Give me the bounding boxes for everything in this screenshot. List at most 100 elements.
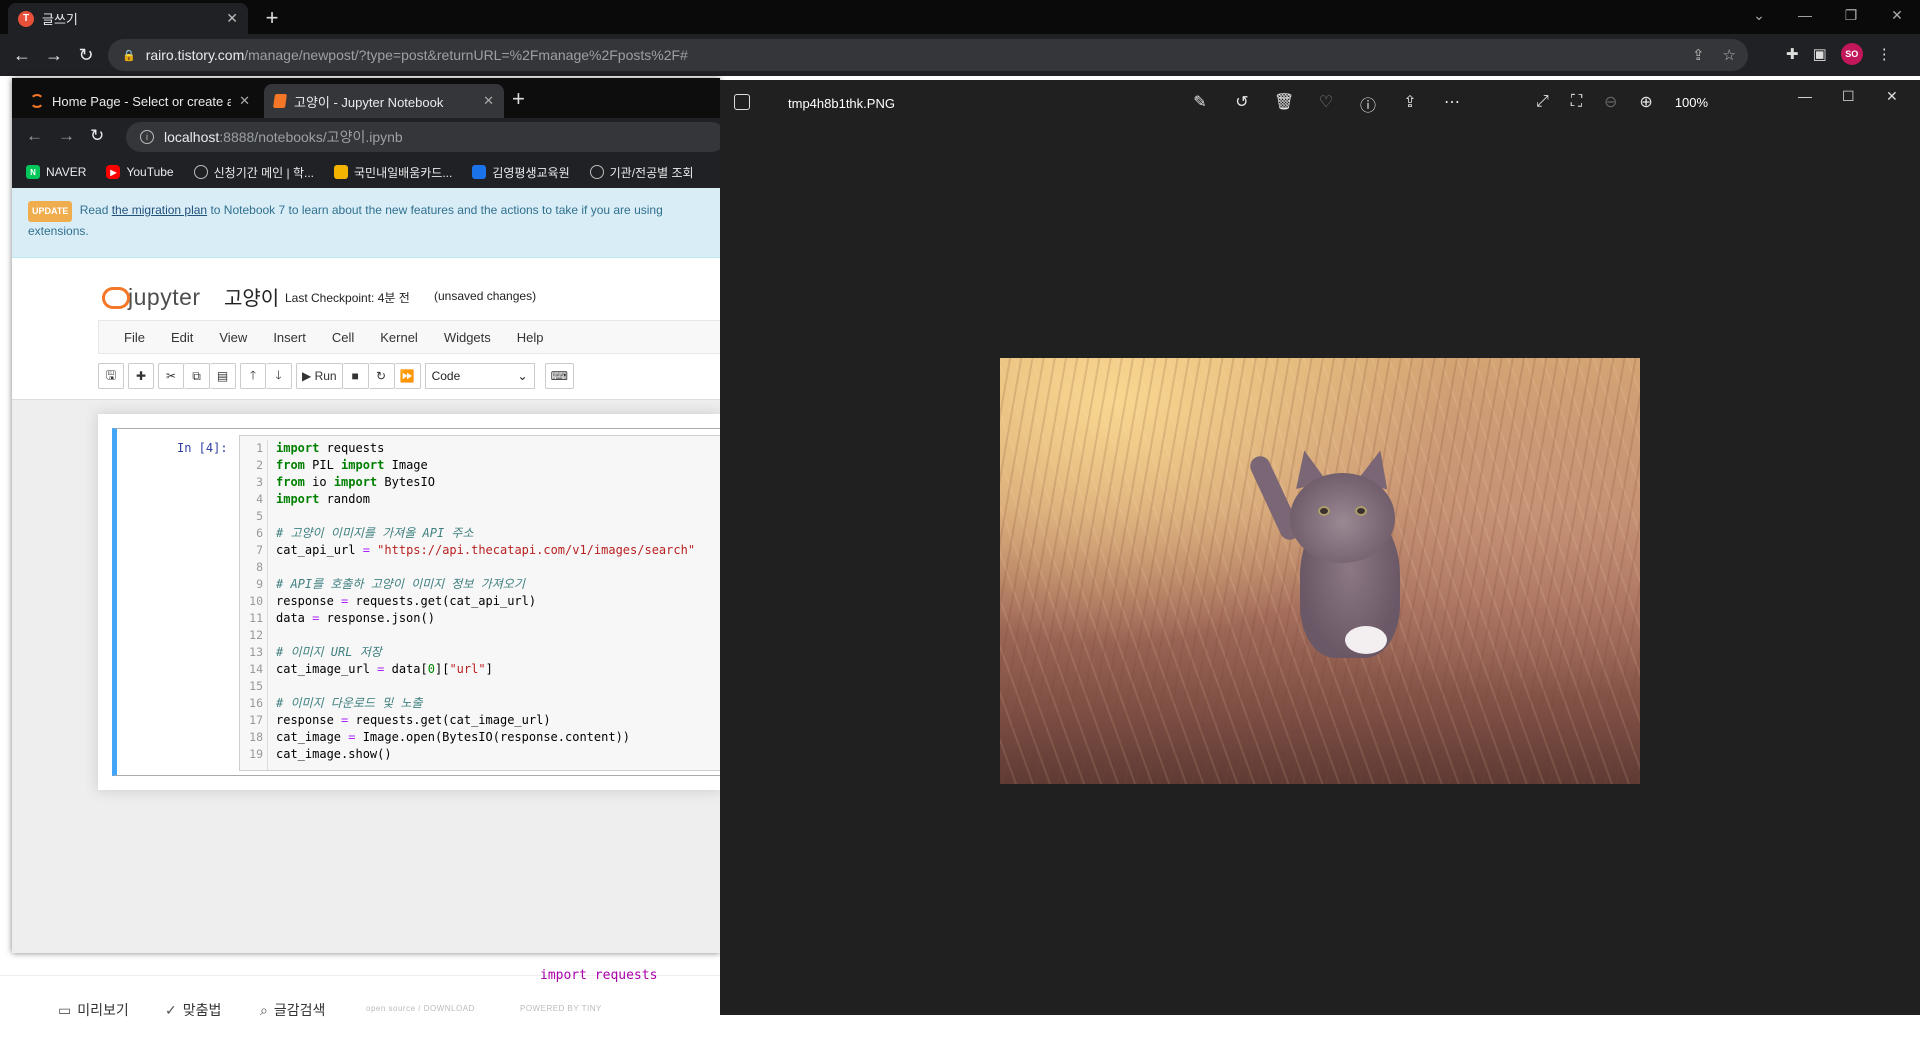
menu-file[interactable]: File [111,330,158,345]
menu-widgets[interactable]: Widgets [431,330,504,345]
move-down-icon[interactable]: 🡓 [266,363,292,389]
cell-prompt: In [4]: [177,441,228,455]
line-number: 14 [249,662,263,676]
menu-cell[interactable]: Cell [319,330,367,345]
menu-bar: File Edit View Insert Cell Kernel Widget… [98,320,720,354]
menu-view[interactable]: View [206,330,260,345]
keyboard-icon[interactable]: ⌨ [544,363,574,389]
bookmark-institution[interactable]: 기관/전공별 조회 [589,164,694,181]
rotate-icon[interactable]: ↺ [1232,92,1252,116]
restart-icon[interactable]: ↻ [368,363,395,389]
inner-reload-icon[interactable]: ↻ [90,126,104,146]
more-options-icon[interactable]: ⋯ [1442,92,1462,116]
new-tab-button[interactable]: + [258,4,286,32]
code-line: from PIL import Image [276,458,428,472]
opensource-link[interactable]: open source / DOWNLOAD [366,1004,475,1013]
migration-plan-link[interactable]: the migration plan [112,203,207,217]
save-icon[interactable]: 🖫 [98,363,124,389]
close-tab-icon[interactable]: ✕ [226,10,238,27]
share-icon[interactable]: ⇪ [1692,46,1705,64]
outer-tab-write[interactable]: T 글쓰기 ✕ [8,3,248,34]
bookmark-apply[interactable]: 신청기간 메인 | 학... [193,164,314,181]
inner-back-icon[interactable]: ← [26,126,43,146]
zoom-in-icon[interactable]: ⊕ [1639,92,1652,112]
line-number-gutter: 1 2 3 4 5 6 7 8 9 10 11 12 13 14 15 16 1… [240,440,268,770]
cell-type-select[interactable]: Code ⌄ [424,363,535,389]
jupyter-logo[interactable]: jupyter [102,284,201,311]
side-panel-icon[interactable]: ▣ [1813,45,1827,63]
delete-icon[interactable]: 🗑 [1274,92,1294,116]
notebook-name[interactable]: 고양이 [224,282,279,311]
menu-kernel[interactable]: Kernel [367,330,431,345]
notebook-toolbar: 🖫 ✚ ✂ ⧉ ▤ 🡑 🡓 ▶ Run ■ ↻ ⏩ Code ⌄ ⌨ [98,362,574,390]
url-field[interactable]: 🔒 rairo.tistory.com /manage/newpost/?typ… [108,39,1748,71]
inner-tab-notebook-title: 고양이 - Jupyter Notebook [294,94,444,110]
line-number: 10 [249,594,263,608]
close-tab-icon[interactable]: ✕ [239,93,250,109]
kitten-eye-left [1318,506,1330,516]
extensions-puzzle-icon[interactable]: ✚ [1786,45,1799,63]
favorite-heart-icon[interactable]: ♡ [1316,92,1336,116]
inner-url-field[interactable]: i localhost:8888/notebooks/고양이.ipynb [126,122,720,152]
unsaved-changes-status: (unsaved changes) [434,289,537,303]
inner-new-tab-button[interactable]: + [512,86,525,112]
line-number: 15 [249,679,263,693]
restore-button[interactable]: ❐ [1828,0,1874,30]
spellcheck-icon: ✓ [165,1001,177,1018]
code-editor[interactable]: 1 2 3 4 5 6 7 8 9 10 11 12 13 14 15 16 1… [239,435,720,771]
profile-avatar[interactable]: SO [1840,43,1863,65]
kitten-eye-right [1355,506,1367,516]
tab-search-icon[interactable]: ⌄ [1736,0,1782,30]
file-info-icon[interactable]: ⓘ [1358,92,1378,116]
bookmark-card[interactable]: 국민내일배움카드... [334,164,452,181]
code-line: response = requests.get(cat_image_url) [276,713,551,727]
viewer-maximize-button[interactable]: ☐ [1842,88,1855,105]
fast-forward-icon[interactable]: ⏩ [394,363,421,389]
close-tab-icon[interactable]: ✕ [483,93,494,109]
forward-button[interactable]: → [42,43,66,67]
paste-icon[interactable]: ▤ [210,363,236,389]
edit-image-icon[interactable]: ✎ [1190,92,1210,116]
viewer-minimize-button[interactable]: — [1798,88,1812,104]
search-material-button[interactable]: ⌕ 글감검색 [260,1000,325,1020]
line-number: 3 [256,475,263,489]
close-window-button[interactable]: ✕ [1874,0,1920,30]
back-button[interactable]: ← [10,43,34,67]
expand-icon[interactable]: ⤢ [1536,93,1549,111]
copy-icon[interactable]: ⧉ [184,363,210,389]
inner-url-host: localhost [164,129,220,145]
menu-kebab-icon[interactable]: ⋮ [1877,45,1892,63]
url-path: /manage/newpost/?type=post&returnURL=%2F… [244,47,688,63]
stop-icon[interactable]: ■ [342,363,369,389]
code-line: # 고양이 이미지를 가져올 API 주소 [276,526,474,540]
line-number: 13 [249,645,263,659]
run-button[interactable]: ▶ Run [296,363,343,389]
zoom-out-icon[interactable]: ⊖ [1604,92,1617,112]
banner-text-line2: extensions. [28,224,89,238]
minimize-button[interactable]: — [1782,0,1828,30]
move-up-icon[interactable]: 🡑 [240,363,266,389]
inner-tab-home[interactable]: Home Page - Select or create a ✕ [20,84,260,118]
menu-edit[interactable]: Edit [158,330,206,345]
inner-tab-notebook[interactable]: 고양이 - Jupyter Notebook ✕ [264,84,504,118]
fit-to-window-icon[interactable]: ⛶ [1571,93,1582,111]
bookmark-star-icon[interactable]: ☆ [1723,46,1736,64]
add-cell-icon[interactable]: ✚ [128,363,154,389]
viewer-close-button[interactable]: ✕ [1886,88,1898,105]
notebook-area: In [4]: 1 2 3 4 5 6 7 8 9 10 11 12 13 14… [12,400,720,953]
bookmark-youtube[interactable]: ▶ YouTube [106,165,174,179]
cut-icon[interactable]: ✂ [158,363,184,389]
reload-button[interactable]: ↻ [74,43,98,67]
code-cell[interactable]: In [4]: 1 2 3 4 5 6 7 8 9 10 11 12 13 14… [112,428,720,776]
menu-help[interactable]: Help [504,330,557,345]
bookmark-naver[interactable]: N NAVER [26,165,86,179]
globe-icon [589,165,604,179]
spellcheck-button[interactable]: ✓ 맞춤법 [165,1000,221,1020]
tistory-editor-footer: ▭ 미리보기 ✓ 맞춤법 ⌕ 글감검색 open source / DOWNLO… [0,975,720,1039]
preview-button[interactable]: ▭ 미리보기 [58,1000,129,1020]
share-icon[interactable]: ⇪ [1400,92,1420,116]
lock-icon: 🔒 [122,49,136,62]
menu-insert[interactable]: Insert [260,330,319,345]
bookmark-school[interactable]: 김영평생교육원 [472,164,570,181]
inner-forward-icon[interactable]: → [58,126,75,146]
